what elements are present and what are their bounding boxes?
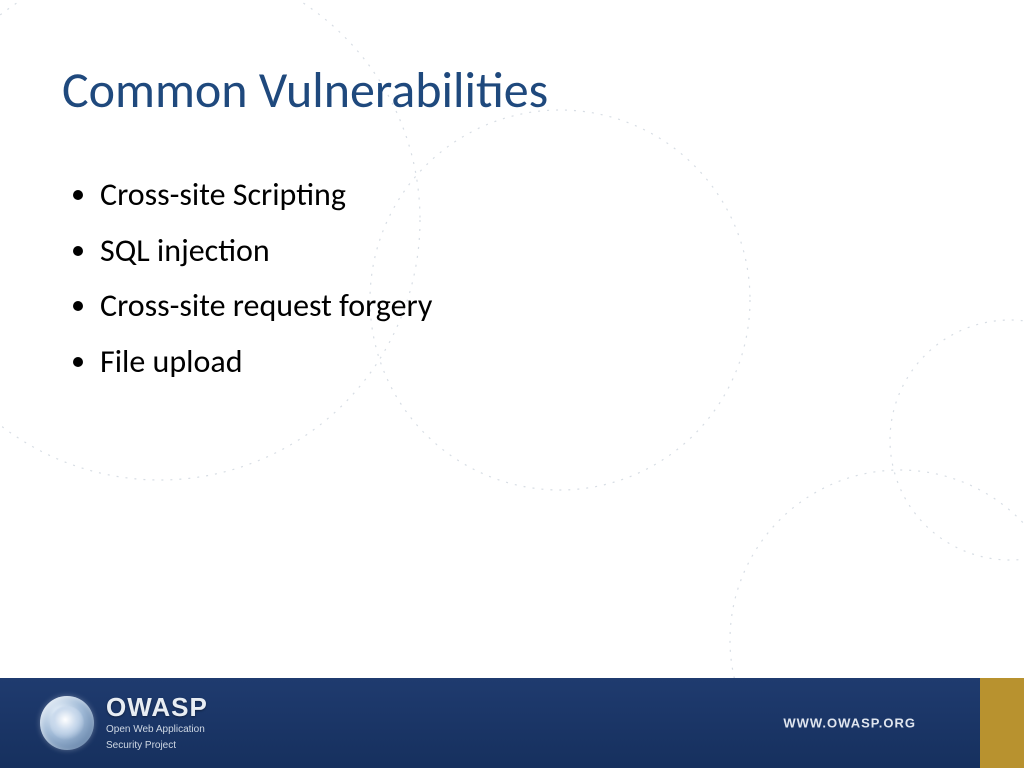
bullet-item: Cross-site request forgery — [100, 281, 432, 331]
logo-sub-line1: Open Web Application — [106, 724, 208, 737]
bullet-item: SQL injection — [100, 226, 432, 276]
logo-sub-line2: Security Project — [106, 740, 208, 753]
footer-accent-strip — [980, 678, 1024, 768]
bullet-list: Cross-site Scripting SQL injection Cross… — [100, 170, 432, 392]
bullet-item: File upload — [100, 337, 432, 387]
owasp-logo-text: OWASP Open Web Application Security Proj… — [106, 694, 208, 753]
slide-title: Common Vulnerabilities — [62, 60, 548, 121]
logo-main-text: OWASP — [106, 694, 208, 720]
footer-left: OWASP Open Web Application Security Proj… — [0, 678, 980, 768]
owasp-globe-icon — [40, 696, 94, 750]
slide: Common Vulnerabilities Cross-site Script… — [0, 0, 1024, 768]
footer-bar: OWASP Open Web Application Security Proj… — [0, 678, 1024, 768]
bullet-item: Cross-site Scripting — [100, 170, 432, 220]
footer-url: WWW.OWASP.ORG — [783, 716, 916, 731]
owasp-logo: OWASP Open Web Application Security Proj… — [40, 694, 208, 753]
